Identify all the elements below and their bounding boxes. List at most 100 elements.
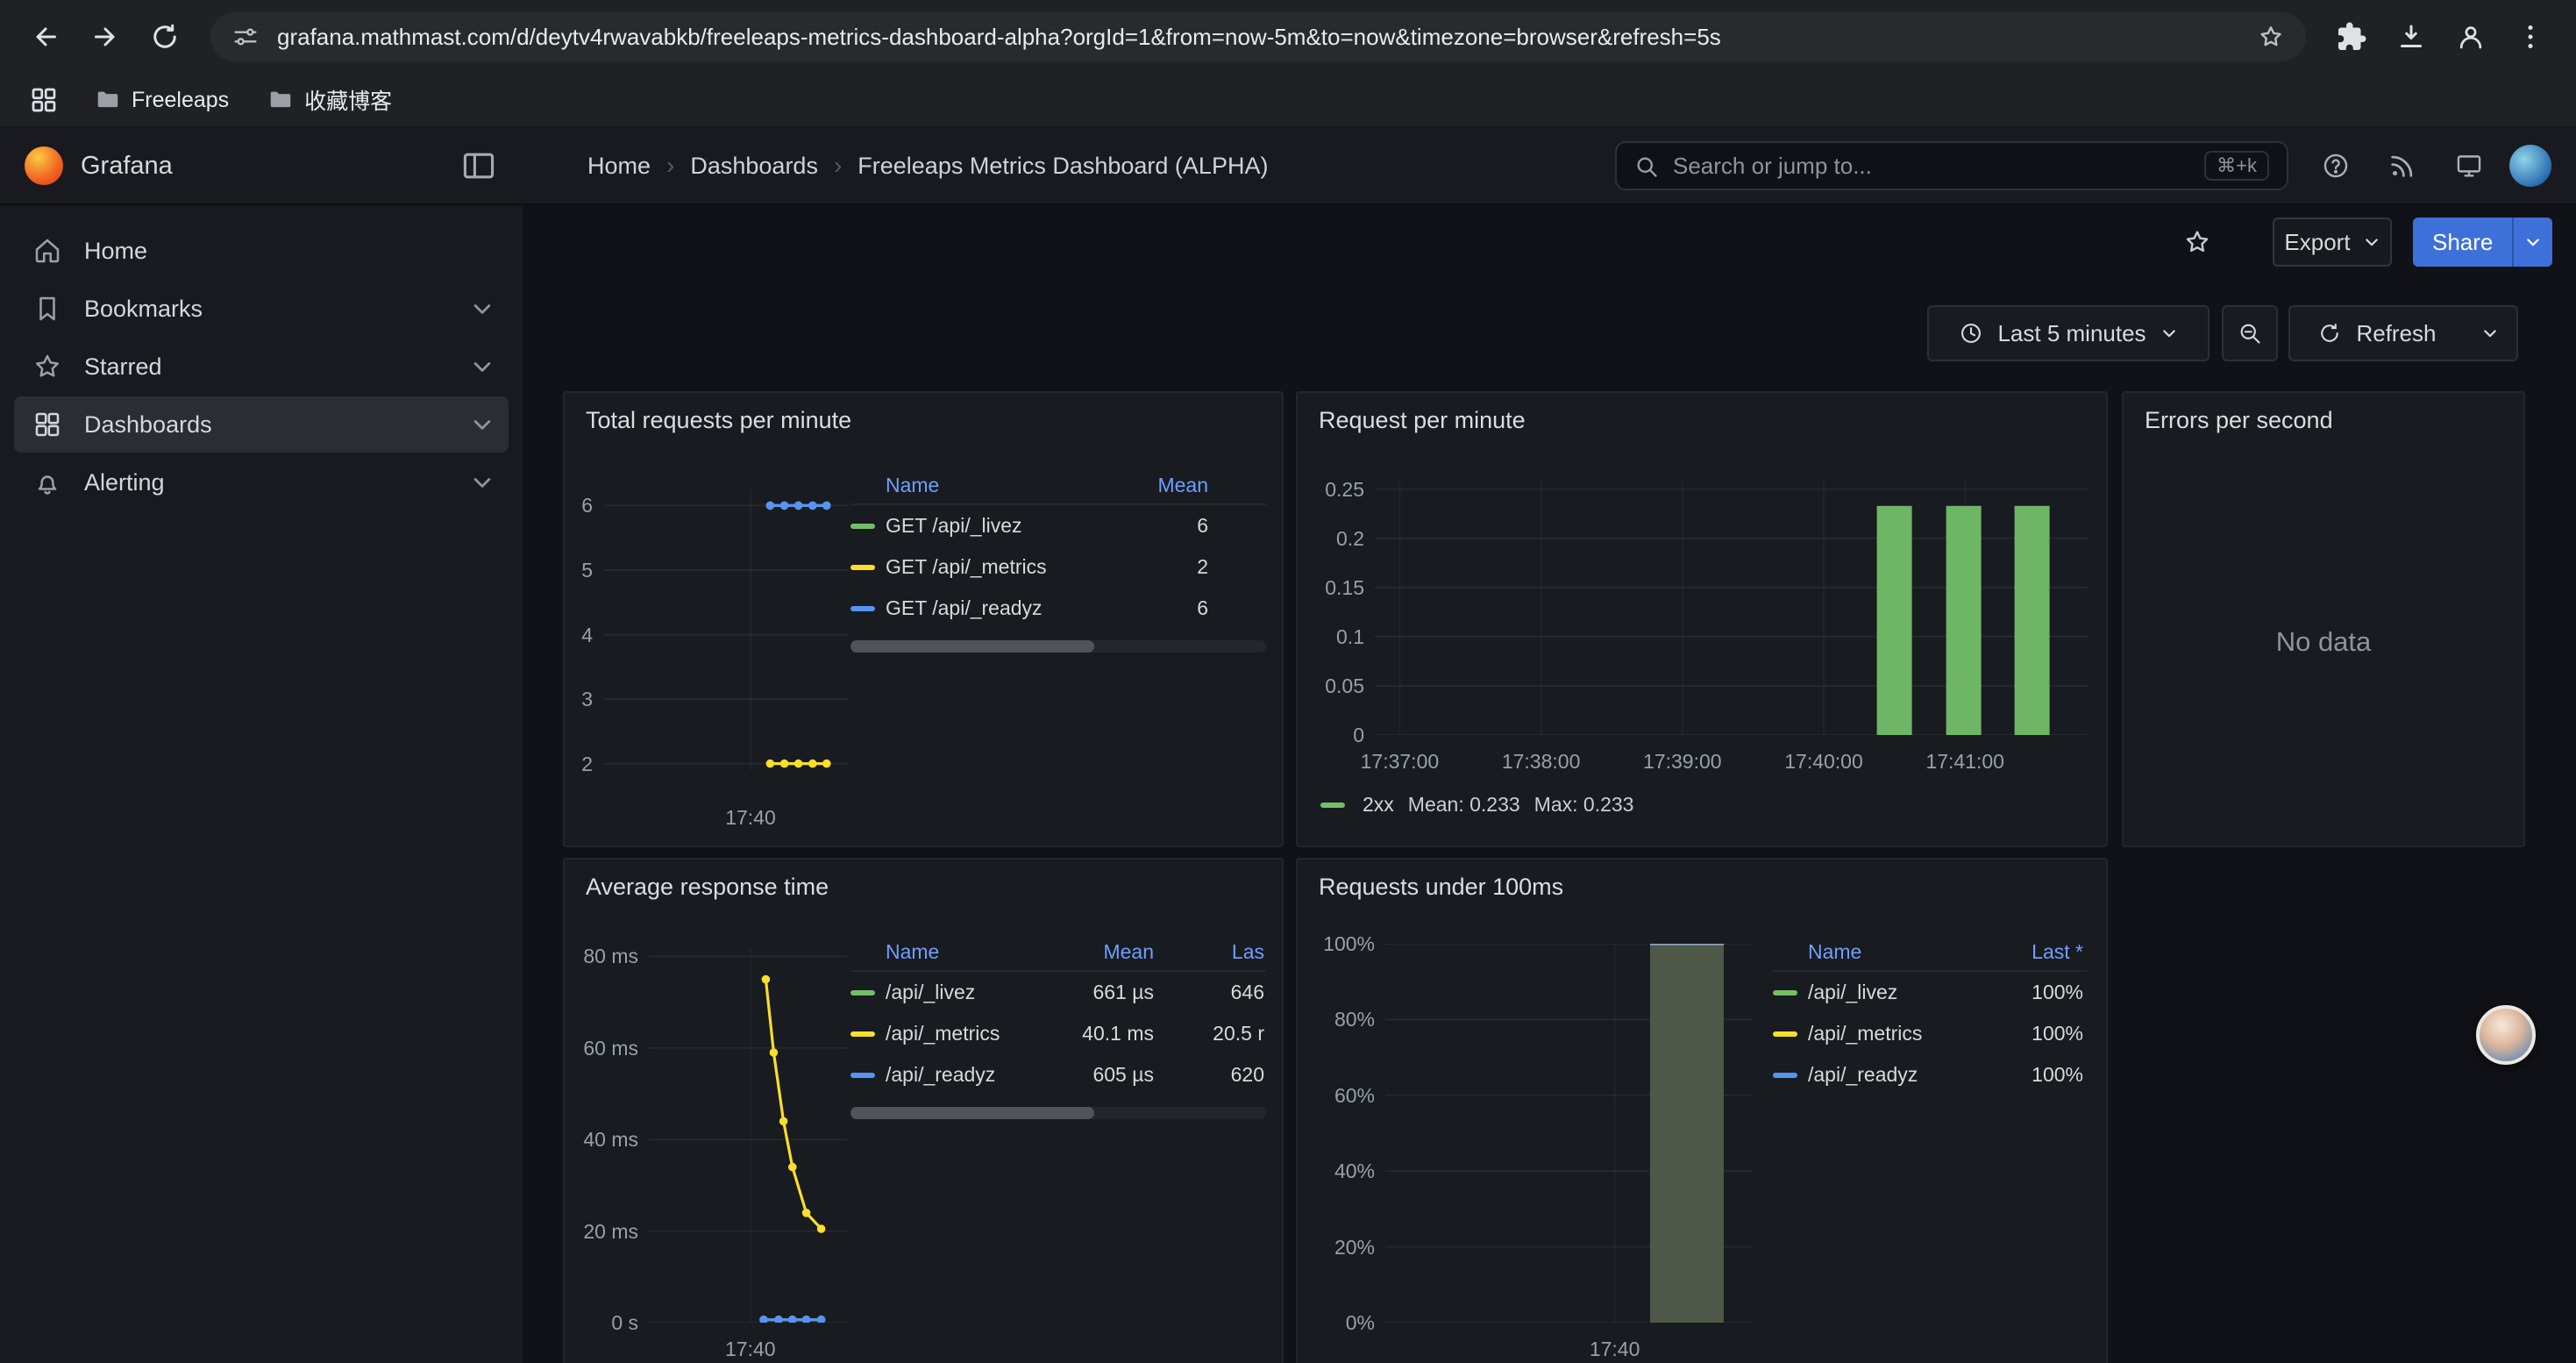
export-label: Export [2284,229,2350,256]
news-icon[interactable] [2376,139,2429,192]
legend-column-header[interactable]: Mean [1103,940,1154,964]
zoom-out-icon [2238,321,2262,346]
scrollbar-thumb[interactable] [850,640,1094,653]
back-button[interactable] [18,9,74,65]
favorite-star-icon[interactable] [2174,219,2220,265]
breadcrumb-home[interactable]: Home [587,153,651,180]
share-label[interactable]: Share [2413,218,2512,267]
chevron-down-icon[interactable] [470,412,495,437]
profile-avatar[interactable] [2443,9,2499,65]
legend-column-header[interactable]: Name [886,940,939,964]
help-icon[interactable] [2309,139,2362,192]
refresh-interval-dropdown[interactable] [2464,305,2518,361]
chevron-down-icon[interactable] [470,470,495,495]
series-name[interactable]: /api/_metrics [886,1022,1000,1045]
legend-column-header[interactable]: Mean [1157,474,1208,497]
legend-table: NameMeanGET /api/_livez6GET /api/_metric… [850,467,1266,629]
series-name[interactable]: 2xx [1363,793,1394,817]
legend-column-header[interactable]: Las [1232,940,1264,964]
chart-plot[interactable] [1375,481,2089,735]
sidebar-item-bookmarks[interactable]: Bookmarks [14,281,509,337]
bookmark-folder-blogs[interactable]: 收藏博客 [257,79,402,121]
search-input[interactable]: Search or jump to... ⌘+k [1615,141,2288,190]
series-name[interactable]: /api/_readyz [1808,1063,1918,1087]
dock-sidebar-icon[interactable] [459,146,498,185]
panel-title[interactable]: Average response time [586,874,829,901]
series-color-swatch [1773,1031,1797,1037]
series-value: 646 [1231,981,1264,1004]
series-color-swatch [1773,1073,1797,1078]
series-value: 100% [2032,1022,2083,1045]
chevron-down-icon[interactable] [470,296,495,321]
legend-scrollbar[interactable] [850,640,1266,653]
bookmark-star-icon[interactable] [2257,23,2285,51]
scrollbar-thumb[interactable] [850,1107,1094,1119]
series-name[interactable]: GET /api/_livez [886,514,1022,538]
bookmark-label: 收藏博客 [304,84,392,116]
reload-button[interactable] [137,9,193,65]
sidebar-item-label: Dashboards [84,411,212,439]
forward-button[interactable] [77,9,133,65]
url-text[interactable]: grafana.mathmast.com/d/deytv4rwavabkb/fr… [277,24,2243,51]
series-name[interactable]: /api/_livez [886,981,975,1004]
breadcrumb-dashboards[interactable]: Dashboards [690,153,818,180]
sidebar-item-label: Home [84,238,147,265]
zoom-out-button[interactable] [2222,305,2278,361]
site-settings-icon[interactable] [231,23,260,51]
series-name[interactable]: GET /api/_metrics [886,555,1047,579]
sidebar-item-alerting[interactable]: Alerting [14,454,509,510]
sidebar-item-dashboards[interactable]: Dashboards [14,396,509,453]
chart-plot[interactable] [649,947,847,1323]
share-dropdown-icon[interactable] [2512,218,2552,267]
sidebar-item-starred[interactable]: Starred [14,339,509,395]
share-button[interactable]: Share [2413,218,2552,267]
y-axis-tick-label: 0 [1298,723,1364,747]
sidebar-nav-list: Home BookmarksStarred Dashboards Alerting [0,223,523,510]
legend-column-header[interactable]: Name [886,474,939,497]
series-color-swatch [850,565,875,570]
panel-title[interactable]: Total requests per minute [586,407,851,434]
panel-errors-per-second: Errors per secondNo data [2122,391,2525,847]
chart-plot[interactable] [603,489,849,770]
bookmark-folder-freeleaps[interactable]: Freeleaps [84,82,239,118]
series-name[interactable]: /api/_readyz [886,1063,995,1087]
grafana-logo[interactable] [25,146,63,185]
x-axis-tick-label: 17:38:00 [1502,749,1581,774]
series-color-swatch [1773,990,1797,995]
sidebar-item-home[interactable]: Home [14,223,509,279]
series-name[interactable]: /api/_metrics [1808,1022,1922,1045]
legend-row: /api/_readyz605 µs620 [850,1054,1266,1095]
series-value: 605 µs [1092,1063,1154,1087]
x-axis-tick-label: 17:40:00 [1784,749,1863,774]
panel-title[interactable]: Request per minute [1319,407,1526,434]
panel-title[interactable]: Requests under 100ms [1319,874,1563,901]
panel-requests-under-100ms: Requests under 100ms100%80%60%40%20%0%17… [1296,858,2108,1363]
y-axis-tick-label: 20 ms [565,1219,638,1244]
search-icon [1634,153,1659,178]
legend-column-header[interactable]: Name [1808,940,1861,964]
legend-scrollbar[interactable] [850,1107,1266,1119]
refresh-button[interactable]: Refresh [2288,305,2466,361]
downloads-icon[interactable] [2383,9,2439,65]
url-bar[interactable]: grafana.mathmast.com/d/deytv4rwavabkb/fr… [210,12,2306,61]
series-name[interactable]: GET /api/_readyz [886,596,1042,620]
time-range-picker[interactable]: Last 5 minutes [1927,305,2210,361]
apps-grid-icon[interactable] [21,77,67,123]
extensions-icon[interactable] [2323,9,2380,65]
chevron-down-icon[interactable] [470,354,495,379]
browser-menu-icon[interactable] [2502,9,2558,65]
y-axis-tick-label: 3 [565,687,593,711]
y-axis-tick-label: 40% [1298,1159,1375,1183]
series-color-swatch [850,1073,875,1078]
bell-icon [32,467,63,498]
series-value: 100% [2032,981,2083,1004]
assistant-avatar[interactable] [2476,1005,2536,1065]
y-axis-tick-label: 4 [565,623,593,647]
export-button[interactable]: Export [2273,218,2392,267]
chart-plot[interactable] [1385,944,1752,1323]
user-avatar[interactable] [2509,145,2551,187]
series-name[interactable]: /api/_livez [1808,981,1897,1004]
monitor-icon[interactable] [2443,139,2495,192]
refresh-label: Refresh [2356,320,2436,347]
legend-column-header[interactable]: Last * [2032,940,2083,964]
